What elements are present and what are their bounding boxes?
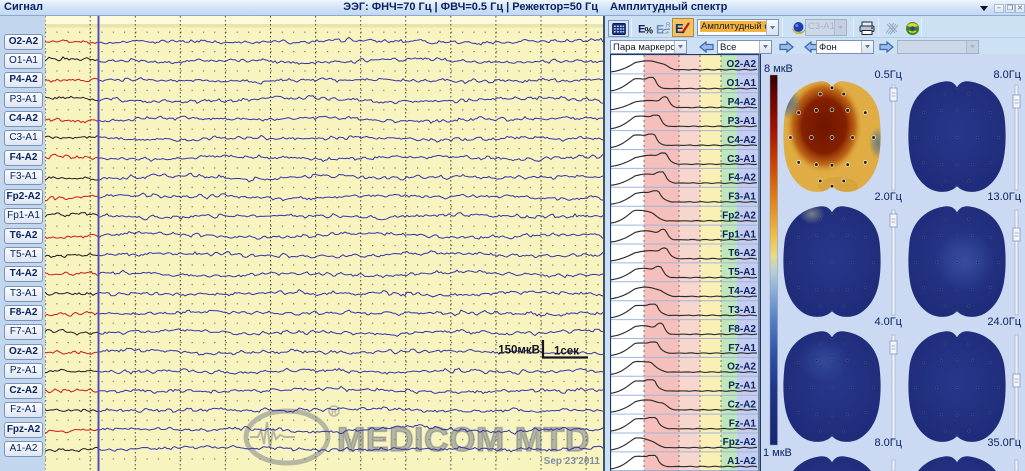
svg-text:2.0Гц: 2.0Гц: [874, 191, 902, 203]
svg-text:Fp1-A1: Fp1-A1: [722, 229, 756, 240]
svg-text:T5-A1: T5-A1: [728, 267, 756, 278]
svg-text:T6-A2: T6-A2: [728, 248, 756, 259]
svg-text:MEDICOM MTD: MEDICOM MTD: [337, 421, 590, 459]
svg-text:F4-A2: F4-A2: [728, 173, 756, 184]
svg-text:F3-A1: F3-A1: [728, 192, 756, 203]
svg-text:24.0Гц: 24.0Гц: [987, 316, 1021, 328]
svg-text:F8-A2: F8-A2: [728, 324, 756, 335]
svg-text:0.5Гц: 0.5Гц: [874, 69, 902, 81]
svg-text:Oz-A2: Oz-A2: [727, 362, 756, 373]
svg-text:Pz-A1: Pz-A1: [728, 381, 756, 392]
svg-text:F7-A1: F7-A1: [728, 343, 756, 354]
svg-text:Sep 23'2011: Sep 23'2011: [544, 456, 601, 467]
svg-text:8.0Гц: 8.0Гц: [993, 69, 1021, 81]
svg-text:C3-A1: C3-A1: [727, 154, 756, 165]
svg-text:1 мкВ: 1 мкВ: [763, 447, 792, 459]
svg-text:C4-A2: C4-A2: [727, 135, 756, 146]
svg-text:Fp2-A2: Fp2-A2: [722, 210, 756, 221]
svg-text:4.0Гц: 4.0Гц: [874, 316, 902, 328]
svg-text:A1-A2: A1-A2: [727, 456, 756, 467]
svg-text:E: E: [656, 22, 664, 36]
svg-text:T4-A2: T4-A2: [728, 286, 756, 297]
svg-text:P3-A1: P3-A1: [728, 116, 757, 127]
svg-text:35.0Гц: 35.0Гц: [987, 437, 1021, 449]
svg-text:1сек: 1сек: [554, 346, 579, 358]
svg-text:8 мкВ: 8 мкВ: [764, 63, 793, 75]
svg-text:Fz-A1: Fz-A1: [729, 418, 757, 429]
svg-text:P4-A2: P4-A2: [728, 97, 757, 108]
svg-text:13.0Гц: 13.0Гц: [987, 191, 1021, 203]
svg-text:R: R: [666, 23, 671, 29]
svg-text:T3-A1: T3-A1: [728, 305, 756, 316]
svg-text:Cz-A2: Cz-A2: [728, 399, 757, 410]
svg-text:O2-A2: O2-A2: [727, 59, 757, 70]
svg-text:Fpz-A2: Fpz-A2: [723, 437, 757, 448]
svg-text:O1-A1: O1-A1: [727, 78, 757, 89]
svg-text:150мкВ: 150мкВ: [498, 345, 540, 357]
svg-text:8.0Гц: 8.0Гц: [874, 437, 902, 449]
svg-text:%: %: [645, 24, 654, 35]
